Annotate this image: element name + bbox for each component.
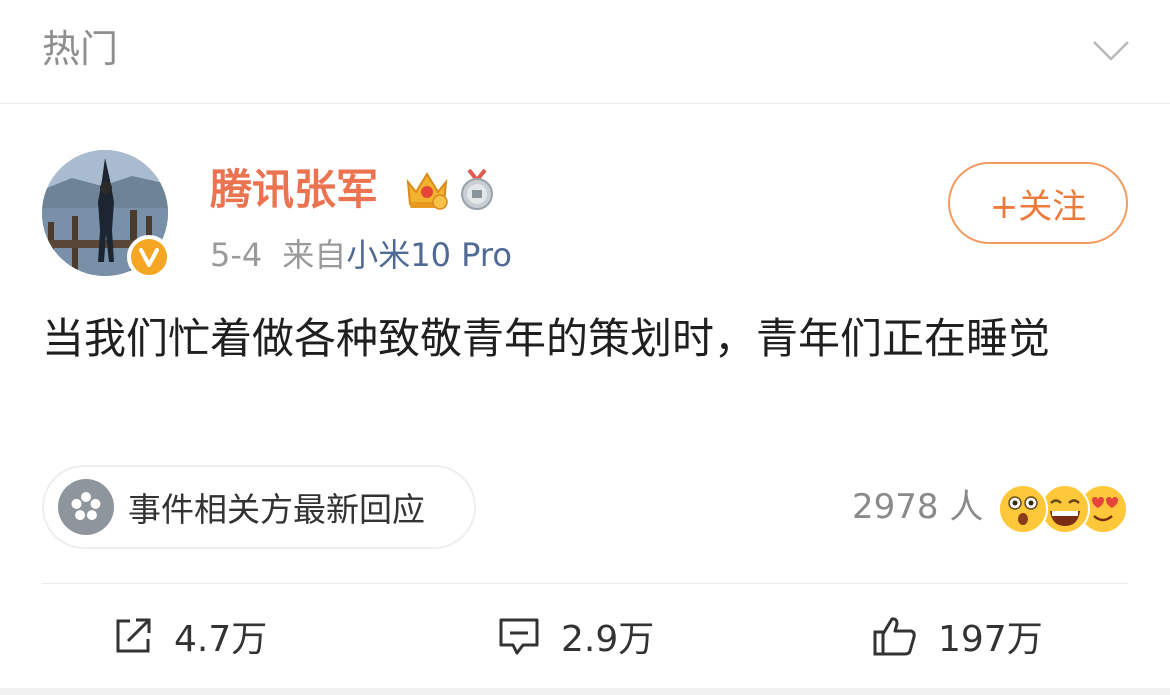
reaction-count[interactable]: 2978 人	[852, 483, 983, 531]
post-meta: 5-4 来自小米10 Pro	[210, 234, 512, 276]
verified-badge	[127, 235, 171, 279]
divider	[42, 583, 1128, 584]
verified-v-icon	[139, 248, 159, 267]
chevron-down-icon[interactable]	[1090, 30, 1132, 72]
repost-button[interactable]: 4.7万	[112, 606, 267, 666]
medal-badge-icon[interactable]	[457, 168, 497, 212]
topic-label: 事件相关方最新回应	[128, 490, 425, 529]
comment-icon	[499, 618, 539, 655]
follow-button[interactable]: +关注	[948, 162, 1128, 244]
topic-chip[interactable]: 事件相关方最新回应	[42, 465, 476, 549]
repost-count: 4.7万	[174, 619, 268, 660]
follow-button-label: +关注	[989, 186, 1087, 227]
like-count: 197万	[938, 619, 1043, 660]
repost-icon	[116, 618, 151, 653]
flower-icon	[58, 479, 114, 535]
thumbs-up-icon	[873, 617, 916, 656]
feed-header: 热门	[0, 0, 1170, 104]
header-title: 热门	[42, 27, 119, 71]
comment-count: 2.9万	[561, 619, 655, 660]
post-content: 当我们忙着做各种致敬青年的策划时，青年们正在睡觉	[42, 314, 1051, 363]
crown-badge-icon[interactable]	[404, 168, 450, 212]
bottom-separator	[0, 688, 1170, 695]
username[interactable]: 腾讯张军	[210, 164, 378, 216]
post-date: 5-4	[210, 236, 263, 274]
like-button[interactable]: 197万	[872, 606, 1043, 666]
surprised-emoji-icon	[998, 484, 1048, 534]
comment-button[interactable]: 2.9万	[497, 606, 654, 666]
source-prefix: 来自	[282, 236, 347, 274]
source-device-link[interactable]: 小米10 Pro	[346, 236, 512, 274]
